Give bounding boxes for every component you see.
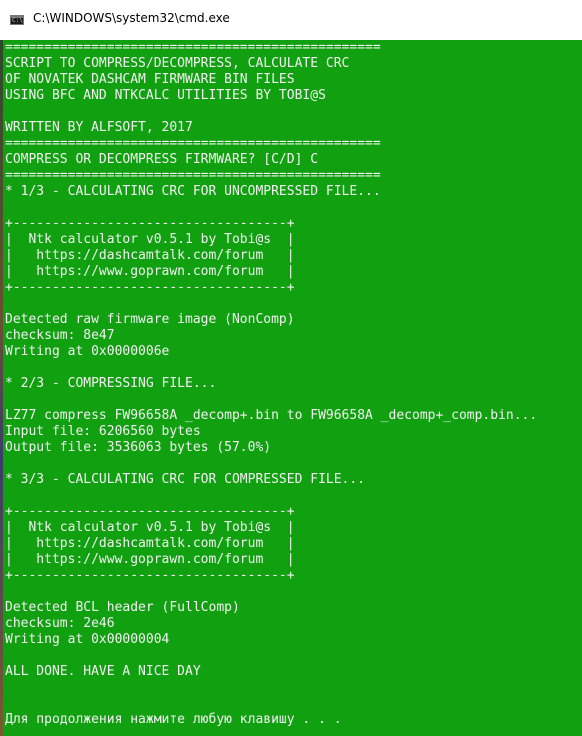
console-line: checksum: 2e46 (5, 616, 115, 631)
console-line: | https://dashcamtalk.com/forum | (5, 536, 295, 551)
console-line: WRITTEN BY ALFSOFT, 2017 (5, 120, 193, 135)
console-line: LZ77 compress FW96658A _decomp+.bin to F… (5, 408, 538, 423)
console-line: OF NOVATEK DASHCAM FIRMWARE BIN FILES (5, 72, 295, 87)
console-line: Writing at 0x00000004 (5, 632, 170, 647)
console-line: | Ntk calculator v0.5.1 by Tobi@s | (5, 520, 295, 535)
console-line: Input file: 6206560 bytes (5, 424, 201, 439)
console-line: SCRIPT TO COMPRESS/DECOMPRESS, CALCULATE… (5, 56, 350, 71)
console-line: ALL DONE. HAVE A NICE DAY (5, 664, 201, 679)
console-line: ========================================… (5, 40, 381, 55)
console-line: | https://dashcamtalk.com/forum | (5, 248, 295, 263)
title-bar[interactable]: C:\ C:\WINDOWS\system32\cmd.exe (0, 0, 582, 41)
console-line: Writing at 0x0000006e (5, 344, 170, 359)
console-line: * 1/3 - CALCULATING CRC FOR UNCOMPRESSED… (5, 184, 381, 199)
console-line: Detected raw firmware image (NonComp) (5, 312, 295, 327)
console-text: ========================================… (5, 40, 537, 728)
console-line: | Ntk calculator v0.5.1 by Tobi@s | (5, 232, 295, 247)
console-line: ========================================… (5, 136, 381, 151)
cmd-icon[interactable]: C:\ (10, 15, 24, 25)
console-line: Detected BCL header (FullComp) (5, 600, 240, 615)
console-line: +-----------------------------------+ (5, 280, 295, 295)
console-line: +-----------------------------------+ (5, 504, 295, 519)
console-output-area[interactable]: ========================================… (3, 40, 582, 736)
console-line: USING BFC AND NTKCALC UTILITIES BY TOBI@… (5, 88, 326, 103)
console-line: ========================================… (5, 168, 381, 183)
console-line: Output file: 3536063 bytes (57.0%) (5, 440, 272, 455)
console-line: checksum: 8e47 (5, 328, 115, 343)
window-title: C:\WINDOWS\system32\cmd.exe (33, 11, 230, 25)
console-line: * 2/3 - COMPRESSING FILE... (5, 376, 217, 391)
console-line: | https://www.goprawn.com/forum | (5, 552, 295, 567)
console-line: | https://www.goprawn.com/forum | (5, 264, 295, 279)
console-line: COMPRESS OR DECOMPRESS FIRMWARE? [C/D] C (5, 152, 319, 167)
console-line: Для продолжения нажмите любую клавишу . … (5, 712, 342, 727)
console-line: * 3/3 - CALCULATING CRC FOR COMPRESSED F… (5, 472, 366, 487)
console-line: +-----------------------------------+ (5, 568, 295, 583)
console-line: +-----------------------------------+ (5, 216, 295, 231)
cmd-window: C:\ C:\WINDOWS\system32\cmd.exe ========… (0, 0, 582, 736)
